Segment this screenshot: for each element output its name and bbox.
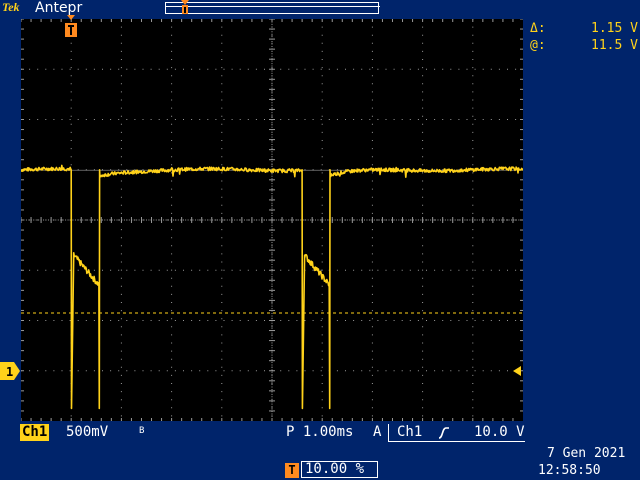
date-display: 7 Gen 2021 bbox=[547, 446, 626, 461]
trigger-level: 10.0 V bbox=[474, 424, 525, 440]
channel-ground-marker-icon[interactable]: 1 bbox=[0, 362, 20, 380]
trigger-position-percent[interactable]: 10.00 % bbox=[301, 461, 378, 478]
rising-slope-icon bbox=[438, 427, 449, 439]
horizontal-label: P bbox=[286, 424, 295, 440]
brand-logo: Tek bbox=[2, 0, 20, 14]
cursor-at-value: 11.5 V bbox=[591, 38, 638, 53]
trigger-source: Ch1 bbox=[397, 424, 423, 440]
vertical-scale: 500mV bbox=[66, 424, 109, 440]
cursor-at-label: @: bbox=[530, 38, 546, 53]
cursor-delta-label: Δ: bbox=[530, 21, 546, 36]
horizontal-scale: P 1.00ms bbox=[286, 424, 353, 441]
graticule bbox=[21, 19, 523, 421]
trigger-position-badge: T bbox=[285, 463, 299, 478]
acquisition-mode: Antepr bbox=[35, 0, 83, 16]
waveform-display bbox=[21, 19, 523, 421]
trigger-position-icon bbox=[181, 0, 189, 14]
channel-marker-label: 1 bbox=[6, 365, 13, 379]
bandwidth-limit-indicator: B bbox=[139, 426, 145, 436]
time-display: 12:58:50 bbox=[538, 463, 601, 478]
channel-badge[interactable]: Ch1 bbox=[20, 424, 50, 441]
record-position-bar[interactable] bbox=[165, 2, 380, 14]
status-bar: Tek Antepr bbox=[0, 0, 640, 18]
trigger-level-arrow-icon bbox=[513, 366, 521, 376]
trigger-marker-icon bbox=[65, 15, 77, 37]
settings-readout: Ch1 500mV B P 1.00ms A Ch1 10.0 V 7 Gen … bbox=[0, 423, 640, 480]
time-per-div: 1.00ms bbox=[302, 424, 354, 440]
trigger-mode-label: A bbox=[373, 424, 382, 440]
cursor-readout: Δ: 1.15 V @: 11.5 V bbox=[530, 20, 638, 54]
cursor-delta-value: 1.15 V bbox=[591, 21, 638, 36]
